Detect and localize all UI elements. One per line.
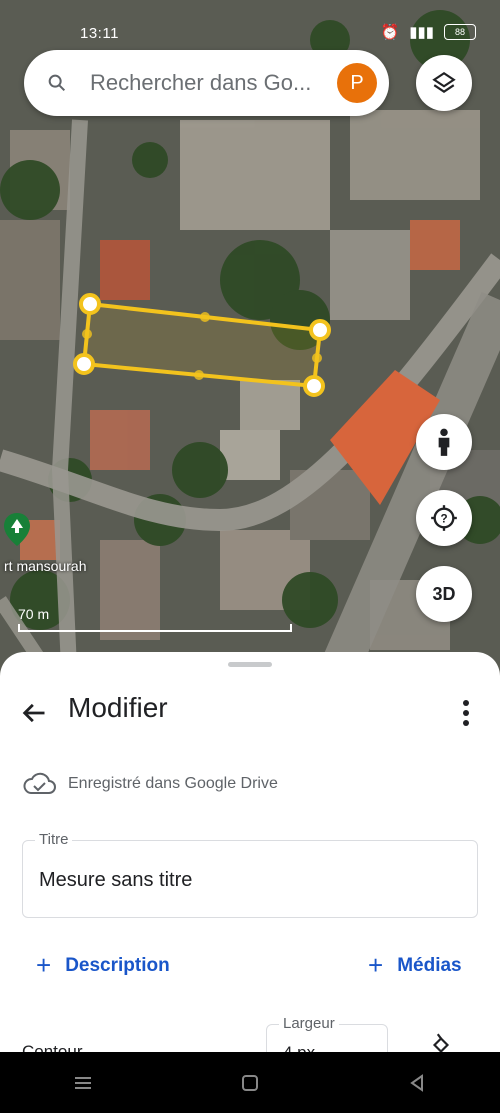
plus-icon: + — [36, 950, 52, 980]
save-status: Enregistré dans Google Drive — [22, 772, 278, 796]
search-bar[interactable]: Rechercher dans Go... P — [24, 50, 389, 116]
add-description-label: Description — [65, 954, 170, 976]
title-field-label: Titre — [35, 831, 73, 848]
layers-icon — [432, 71, 456, 93]
3d-label: 3D — [432, 583, 456, 604]
3d-button[interactable]: 3D — [416, 566, 472, 622]
drag-handle[interactable] — [228, 662, 272, 667]
search-icon — [48, 74, 66, 92]
layers-button[interactable] — [416, 55, 472, 111]
battery-level: 88 — [454, 27, 465, 37]
plus-icon: + — [368, 950, 384, 980]
title-field[interactable]: Titre Mesure sans titre — [22, 831, 478, 918]
add-description-button[interactable]: + Description — [36, 950, 170, 981]
avatar[interactable]: P — [337, 63, 377, 103]
map-scale: 70 m — [18, 606, 292, 632]
add-media-button[interactable]: + Médias — [368, 950, 462, 981]
page-title: Modifier — [68, 692, 168, 723]
status-time: 13:11 — [80, 25, 119, 42]
scale-bar — [18, 624, 292, 632]
add-media-label: Médias — [397, 954, 462, 976]
battery-icon: 88 — [444, 24, 476, 40]
width-field-label: Largeur — [279, 1015, 339, 1032]
edit-sheet: Modifier Enregistré dans Google Drive Ti… — [0, 652, 500, 1066]
more-vert-icon[interactable] — [462, 699, 470, 727]
search-input[interactable]: Rechercher dans Go... — [90, 70, 320, 96]
poi-label: rt mansourah — [4, 558, 87, 574]
svg-text:?: ? — [440, 513, 447, 526]
alarm-icon: ⏰ — [380, 24, 400, 41]
title-input[interactable]: Mesure sans titre — [39, 869, 192, 892]
home-icon[interactable] — [239, 1072, 261, 1094]
pegman-icon — [438, 428, 450, 456]
cloud-done-icon — [23, 772, 56, 794]
map-view[interactable]: 13:11 ⏰ ▮▮▮ 88 Rechercher dans Go... P ?… — [0, 0, 500, 690]
scale-label: 70 m — [18, 606, 50, 622]
saved-text: Enregistré dans Google Drive — [68, 775, 278, 792]
street-view-button[interactable] — [416, 414, 472, 470]
location-icon: ? — [431, 505, 457, 531]
back-icon[interactable] — [406, 1072, 428, 1094]
back-arrow-icon[interactable] — [20, 699, 48, 727]
location-button[interactable]: ? — [416, 490, 472, 546]
status-bar: 13:11 ⏰ ▮▮▮ 88 — [0, 20, 500, 48]
poi-marker-icon[interactable] — [2, 512, 32, 548]
recents-icon[interactable] — [72, 1072, 94, 1094]
system-nav-bar — [0, 1052, 500, 1113]
avatar-letter: P — [350, 71, 364, 94]
signal-icon: ▮▮▮ — [409, 24, 434, 41]
